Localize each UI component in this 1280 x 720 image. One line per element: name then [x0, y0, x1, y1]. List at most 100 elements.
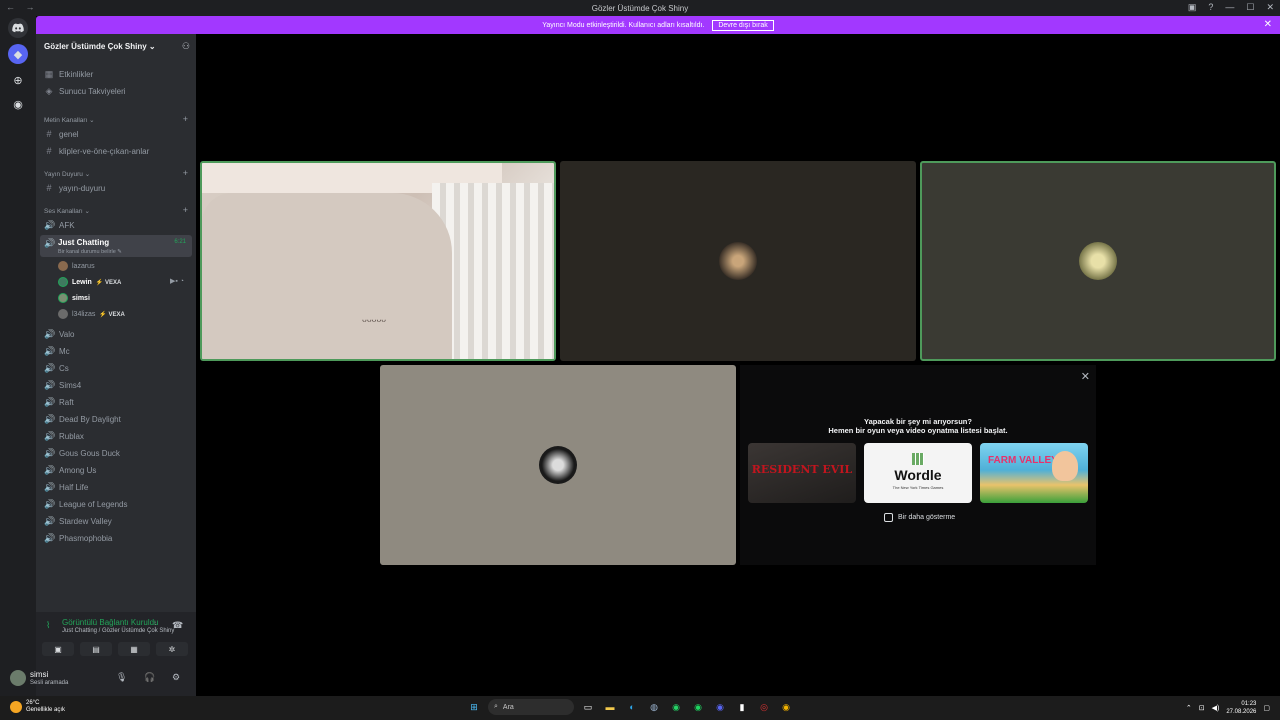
close-icon[interactable]: ✕ [1081, 370, 1090, 383]
settings-gear-icon[interactable]: ⚙ [172, 672, 180, 683]
taskbar-search[interactable]: ⌕ Ara [488, 699, 574, 715]
steam-icon[interactable]: ◍ [646, 699, 662, 715]
voice-channel[interactable]: 🔊 Sims4 [44, 380, 81, 391]
video-tile-user[interactable] [380, 365, 736, 565]
chrome-icon[interactable]: ◉ [778, 699, 794, 715]
voice-connected-sub[interactable]: Just Chatting / Gözler Üstümde Çok Shiny [62, 628, 174, 634]
headphones-icon[interactable]: 🎧 [144, 672, 155, 683]
avatar [58, 277, 68, 287]
maximize-button[interactable]: ☐ [1246, 2, 1254, 13]
speaker-icon: 🔊 [44, 220, 56, 230]
voice-channel[interactable]: 🔊 League of Legends [44, 499, 128, 510]
events-item[interactable]: ▦ Etkinlikler [44, 69, 94, 80]
volume-icon[interactable]: ◀) [1212, 704, 1220, 712]
system-tray: ⌃ ⊡ ◀) 01:23 27.08.2026 ▢ [1186, 700, 1270, 716]
voice-channel[interactable]: 🔊 Mc [44, 346, 70, 357]
voice-connected-title[interactable]: Görüntülü Bağlantı Kuruldu [62, 618, 159, 627]
banner-close-icon[interactable]: ✕ [1264, 19, 1272, 30]
category-voice[interactable]: Ses Kanalları ⌄ [44, 207, 90, 215]
soundboard-button[interactable]: ✲ [156, 642, 188, 656]
voice-channel[interactable]: 🔊 Raft [44, 397, 74, 408]
screen-share-button[interactable]: ▤ [80, 642, 112, 656]
voice-channel[interactable]: 🔊 Dead By Daylight [44, 414, 121, 425]
file-explorer-icon[interactable]: ▬ [602, 699, 618, 715]
minimize-button[interactable]: — [1225, 2, 1234, 13]
discord-icon[interactable]: ◉ [712, 699, 728, 715]
spotify-icon[interactable]: ◉ [690, 699, 706, 715]
channel-sidebar: Gözler Üstümde Çok Shiny ⌄ ⚇ ▦ Etkinlikle… [36, 34, 196, 696]
help-icon[interactable]: ? [1208, 2, 1213, 13]
speaker-icon: 🔊 [44, 499, 56, 509]
voice-member[interactable]: simsi [58, 293, 90, 303]
channel-yayin-duyuru[interactable]: # yayın-duyuru [44, 183, 105, 193]
activity-card-resident-evil[interactable]: RESIDENT EVIL [748, 443, 856, 503]
checkbox-icon[interactable] [884, 513, 893, 522]
network-icon[interactable]: ⊡ [1199, 704, 1205, 712]
activities-button[interactable]: ▦ [118, 642, 150, 656]
hash-icon: # [46, 183, 52, 193]
voice-channel[interactable]: 🔊 Stardew Valley [44, 516, 112, 527]
speaker-icon: 🔊 [44, 482, 56, 492]
disable-streamer-mode-button[interactable]: Devre dışı bırak [712, 20, 774, 31]
app-icon[interactable]: ◎ [756, 699, 772, 715]
speaker-icon: 🔊 [44, 397, 56, 407]
server-icon-active[interactable]: ◆ [8, 44, 28, 64]
channel-klipler[interactable]: # klipler-ve-öne-çıkan-anlar [44, 146, 149, 156]
channel-genel[interactable]: # genel [44, 129, 78, 139]
voice-channel[interactable]: 🔊 Among Us [44, 465, 96, 476]
video-tile-user[interactable] [560, 161, 916, 361]
voice-channel[interactable]: 🔊 Rublax [44, 431, 84, 442]
noise-suppression-icon[interactable]: ⫶ [154, 620, 156, 631]
notification-icon[interactable]: ▢ [1263, 704, 1270, 712]
voice-member[interactable]: l34lizas ⚡ VEXA [58, 309, 125, 319]
promo-subtitle: Hemen bir oyun veya video oynatma listes… [828, 426, 1008, 435]
discord-home-icon[interactable] [8, 18, 28, 38]
close-window-button[interactable]: ✕ [1266, 2, 1274, 13]
inbox-icon[interactable]: ▣ [1188, 2, 1197, 13]
voice-channel[interactable]: 🔊 Valo [44, 329, 74, 340]
windows-start-icon[interactable]: ⊞ [466, 699, 482, 715]
voice-channel[interactable]: 🔊 Cs [44, 363, 69, 374]
edge-icon[interactable]: ◐ [624, 699, 640, 715]
avatar[interactable] [10, 670, 26, 686]
add-channel-icon[interactable]: + [183, 168, 188, 178]
activity-card-farm-valley[interactable]: FARM VALLEY [980, 443, 1088, 503]
member-camera-icon: ▶▪ ◔ [170, 278, 185, 285]
category-stage[interactable]: Yayın Duyuru ⌄ [44, 170, 90, 178]
boost-icon: ◈ [45, 86, 53, 96]
epic-games-icon[interactable]: ▮ [734, 699, 750, 715]
voice-member[interactable]: Lewin ⚡ VEXA [58, 277, 121, 287]
voice-channel[interactable]: 🔊 Gous Gous Duck [44, 448, 120, 459]
voice-channel[interactable]: 🔊 Phasmophobia [44, 533, 112, 544]
calendar-icon: ▦ [44, 69, 54, 79]
taskbar-apps: ⊞ ⌕ Ara ▭ ▬ ◐ ◍ ◉ ◉ ◉ ▮ ◎ ◉ [466, 699, 794, 715]
whatsapp-icon[interactable]: ◉ [668, 699, 684, 715]
camera-off-button[interactable]: ▣ [42, 642, 74, 656]
dont-show-again-checkbox[interactable]: Bir daha gösterme [884, 513, 955, 522]
signal-icon[interactable]: ⌇ [46, 620, 50, 631]
server-boosts-item[interactable]: ◈ Sunucu Takviyeleri [44, 86, 126, 97]
speaker-icon: 🔊 [44, 380, 56, 390]
voice-member[interactable]: lazarus [58, 261, 95, 271]
username[interactable]: simsi [30, 670, 48, 679]
channel-status[interactable]: Bir kanal durumu belirle ✎ [58, 249, 122, 255]
video-tile-camera[interactable]: ᴗᴗᴗᴗᴗ [200, 161, 556, 361]
disconnect-icon[interactable]: ☎ [172, 620, 183, 631]
microphone-icon[interactable]: 🎙 [116, 672, 127, 683]
chevron-up-icon[interactable]: ⌃ [1186, 704, 1192, 712]
voice-channel-afk[interactable]: 🔊 AFK [44, 220, 75, 231]
server-name[interactable]: Gözler Üstümde Çok Shiny ⌄ [44, 42, 156, 51]
add-channel-icon[interactable]: + [183, 205, 188, 215]
voice-channel[interactable]: 🔊 Half Life [44, 482, 88, 493]
voice-channel-just-chatting[interactable]: 🔊 Just Chatting Bir kanal durumu belirle… [40, 235, 192, 257]
discover-icon[interactable]: ◉ [8, 94, 28, 114]
activity-card-wordle[interactable]: Wordle The New York Times Games [864, 443, 972, 503]
task-view-icon[interactable]: ▭ [580, 699, 596, 715]
weather-widget[interactable]: 26°C Genellikle açık [10, 700, 65, 714]
add-server-icon[interactable]: ⊕ [8, 70, 28, 90]
add-channel-icon[interactable]: + [183, 114, 188, 124]
video-tile-user[interactable] [920, 161, 1276, 361]
invite-icon[interactable]: ⚇ [182, 41, 190, 52]
category-text[interactable]: Metin Kanalları ⌄ [44, 116, 95, 124]
clock[interactable]: 01:23 27.08.2026 [1226, 700, 1256, 716]
